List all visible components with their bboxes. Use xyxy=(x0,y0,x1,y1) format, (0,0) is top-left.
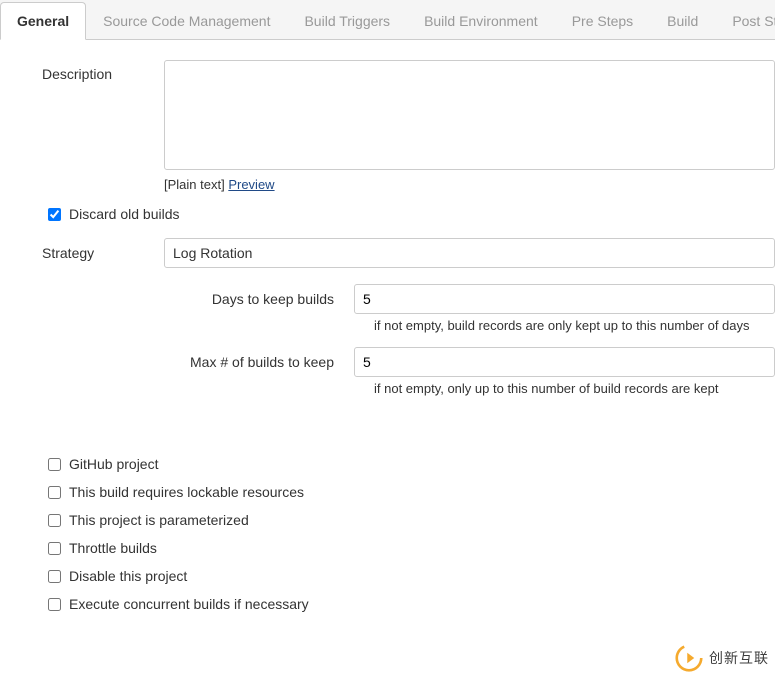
discard-old-builds-checkbox[interactable] xyxy=(48,208,61,221)
days-to-keep-label: Days to keep builds xyxy=(24,291,354,307)
strategy-select[interactable]: Log Rotation xyxy=(164,238,775,268)
throttle-builds-label: Throttle builds xyxy=(69,540,157,556)
max-builds-help: if not empty, only up to this number of … xyxy=(374,381,775,396)
lockable-resources-label: This build requires lockable resources xyxy=(69,484,304,500)
concurrent-builds-label: Execute concurrent builds if necessary xyxy=(69,596,309,612)
concurrent-builds-checkbox[interactable] xyxy=(48,598,61,611)
config-tabs: General Source Code Management Build Tri… xyxy=(0,0,775,40)
throttle-builds-checkbox[interactable] xyxy=(48,542,61,555)
tab-scm[interactable]: Source Code Management xyxy=(86,2,287,39)
watermark: 创新互联 xyxy=(675,644,769,672)
strategy-label: Strategy xyxy=(24,245,164,261)
tab-build-environment[interactable]: Build Environment xyxy=(407,2,555,39)
github-project-checkbox[interactable] xyxy=(48,458,61,471)
watermark-icon xyxy=(675,644,703,672)
lockable-resources-checkbox[interactable] xyxy=(48,486,61,499)
tab-general[interactable]: General xyxy=(0,2,86,40)
watermark-text: 创新互联 xyxy=(709,648,769,668)
description-textarea[interactable] xyxy=(164,60,775,170)
disable-project-checkbox[interactable] xyxy=(48,570,61,583)
tab-build[interactable]: Build xyxy=(650,2,715,39)
tab-post-steps[interactable]: Post Ste xyxy=(715,2,775,39)
github-project-label: GitHub project xyxy=(69,456,158,472)
tab-pre-steps[interactable]: Pre Steps xyxy=(555,2,650,39)
preview-link[interactable]: Preview xyxy=(228,177,274,192)
general-panel: Description [Plain text] Preview Discard… xyxy=(0,40,775,638)
days-to-keep-input[interactable] xyxy=(354,284,775,314)
plain-text-label: [Plain text] xyxy=(164,177,225,192)
tab-build-triggers[interactable]: Build Triggers xyxy=(287,2,407,39)
max-builds-input[interactable] xyxy=(354,347,775,377)
parameterized-label: This project is parameterized xyxy=(69,512,249,528)
disable-project-label: Disable this project xyxy=(69,568,187,584)
description-label: Description xyxy=(24,60,164,82)
parameterized-checkbox[interactable] xyxy=(48,514,61,527)
days-to-keep-help: if not empty, build records are only kep… xyxy=(374,318,775,333)
discard-old-builds-label: Discard old builds xyxy=(69,206,180,222)
max-builds-label: Max # of builds to keep xyxy=(24,354,354,370)
